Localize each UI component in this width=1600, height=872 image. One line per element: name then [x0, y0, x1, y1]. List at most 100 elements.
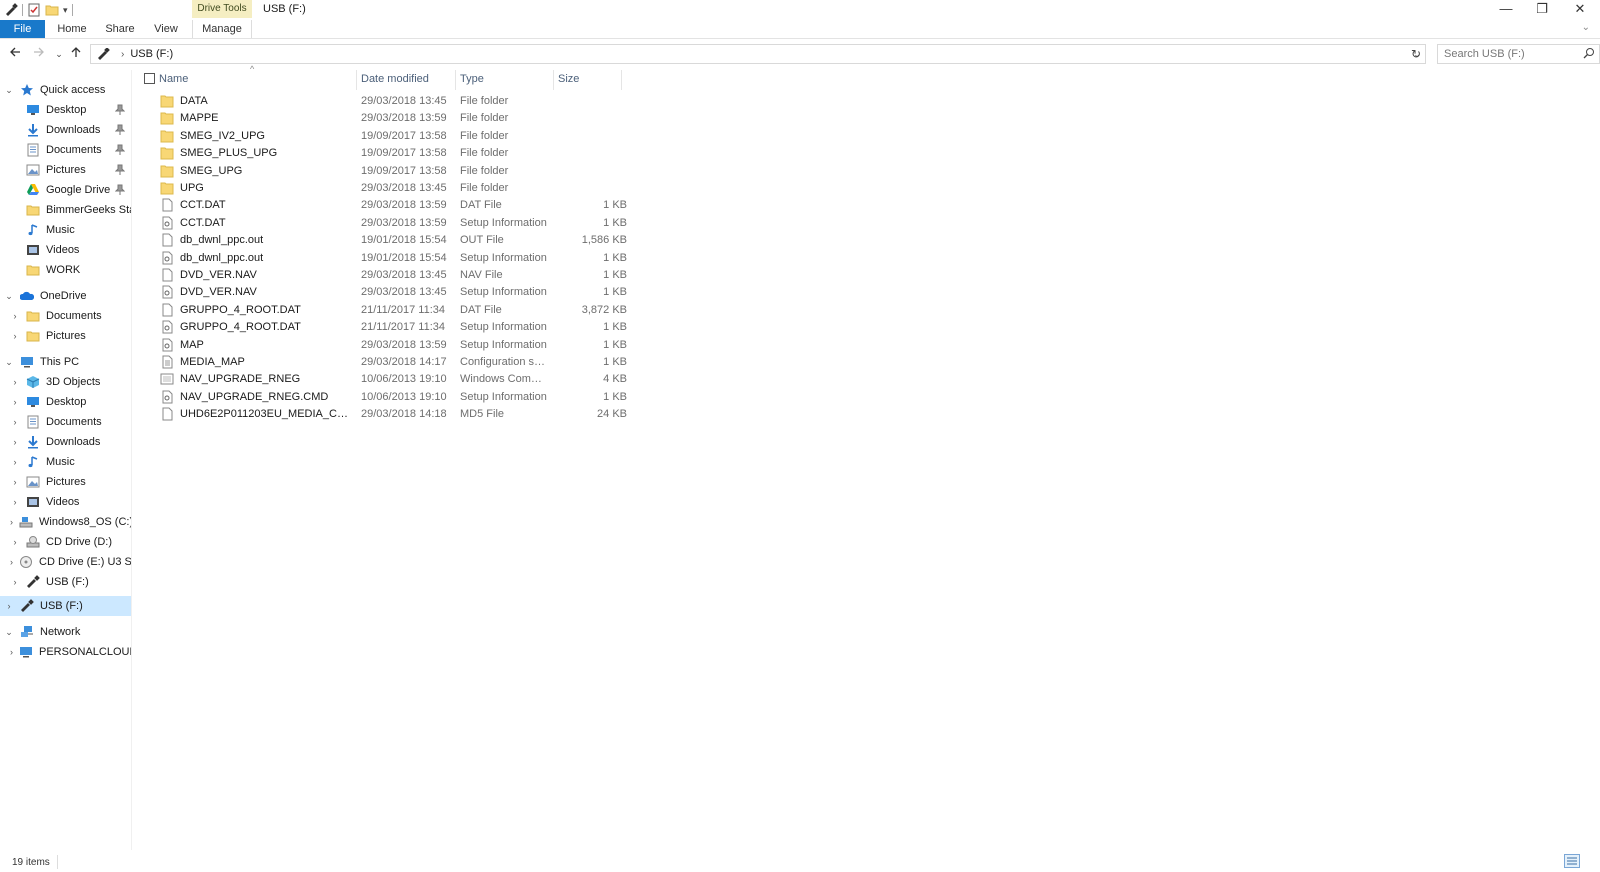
column-header-type[interactable]: Type — [456, 70, 554, 90]
tab-view[interactable]: View — [148, 20, 184, 38]
pin-icon[interactable] — [115, 164, 125, 176]
chevron-right-icon[interactable]: › — [10, 497, 20, 507]
chevron-down-icon[interactable]: ⌄ — [4, 357, 14, 367]
address-bar[interactable]: › USB (F:) ⌄ — [90, 44, 1426, 64]
chevron-right-icon[interactable]: › — [10, 557, 13, 567]
sidebar-item-downloads[interactable]: Downloads — [0, 120, 131, 140]
tab-file[interactable]: File — [0, 20, 45, 38]
file-row[interactable]: MAPPE 29/03/2018 13:59 File folder — [140, 110, 635, 127]
minimize-button[interactable]: — — [1488, 0, 1524, 18]
tab-share[interactable]: Share — [100, 20, 140, 38]
sidebar-item-pc-downloads[interactable]: › Downloads — [0, 432, 131, 452]
sidebar-item-videos[interactable]: Videos — [0, 240, 131, 260]
up-button[interactable] — [67, 45, 85, 63]
column-header-name[interactable]: Name — [155, 70, 357, 90]
file-row[interactable]: db_dwnl_ppc.out 19/01/2018 15:54 Setup I… — [140, 250, 635, 267]
forward-button[interactable] — [30, 45, 48, 63]
search-input[interactable]: Search USB (F:) — [1437, 44, 1600, 64]
chevron-right-icon[interactable]: › — [10, 397, 20, 407]
file-row[interactable]: db_dwnl_ppc.out 19/01/2018 15:54 OUT Fil… — [140, 232, 635, 249]
sidebar-item-onedrive-pictures[interactable]: › Pictures — [0, 326, 131, 346]
recent-locations-button[interactable]: ⌄ — [50, 45, 68, 63]
usb-drive-icon[interactable] — [4, 3, 18, 17]
sidebar-item-google-drive[interactable]: Google Drive — [0, 180, 131, 200]
file-row[interactable]: DATA 29/03/2018 13:45 File folder — [140, 93, 635, 110]
search-icon[interactable] — [1583, 47, 1595, 59]
sidebar-item-pc-pictures[interactable]: › Pictures — [0, 472, 131, 492]
sidebar-item-usb-selected[interactable]: › USB (F:) — [0, 596, 131, 616]
pin-icon[interactable] — [115, 184, 125, 196]
breadcrumb-separator-icon[interactable]: › — [121, 49, 124, 60]
new-folder-icon[interactable] — [45, 3, 59, 17]
column-header-size[interactable]: Size — [554, 70, 622, 90]
file-row[interactable]: MEDIA_MAP 29/03/2018 14:17 Configuration… — [140, 354, 635, 371]
file-row[interactable]: CCT.DAT 29/03/2018 13:59 DAT File 1 KB — [140, 197, 635, 214]
chevron-down-icon[interactable]: ⌄ — [4, 627, 14, 637]
sidebar-item-drive-f[interactable]: › USB (F:) — [0, 572, 131, 592]
sidebar-item-drive-e[interactable]: › CD Drive (E:) U3 System — [0, 552, 131, 572]
sidebar-item-onedrive-documents[interactable]: › Documents — [0, 306, 131, 326]
tab-home[interactable]: Home — [52, 20, 92, 38]
chevron-right-icon[interactable]: › — [10, 377, 20, 387]
chevron-right-icon[interactable]: › — [10, 517, 13, 527]
tab-manage[interactable]: Manage — [192, 20, 252, 38]
chevron-right-icon[interactable]: › — [10, 477, 20, 487]
sidebar-item-bimmergeeks[interactable]: BimmerGeeks Standalone — [0, 200, 131, 220]
chevron-right-icon[interactable]: › — [10, 577, 20, 587]
sidebar-item-onedrive[interactable]: ⌄ OneDrive — [0, 286, 131, 306]
chevron-right-icon[interactable]: › — [10, 647, 13, 657]
sidebar-item-pc-desktop[interactable]: › Desktop — [0, 392, 131, 412]
file-row[interactable]: UHD6E2P011203EU_MEDIA_CONTENT... 29/03/2… — [140, 406, 635, 423]
chevron-down-icon[interactable]: ⌄ — [4, 85, 14, 95]
sidebar-item-network[interactable]: ⌄ Network — [0, 622, 131, 642]
chevron-right-icon[interactable]: › — [10, 457, 20, 467]
chevron-right-icon[interactable]: › — [10, 331, 20, 341]
chevron-right-icon[interactable]: › — [10, 311, 20, 321]
file-row[interactable]: GRUPPO_4_ROOT.DAT 21/11/2017 11:34 Setup… — [140, 319, 635, 336]
sidebar-item-music[interactable]: Music — [0, 220, 131, 240]
file-row[interactable]: SMEG_IV2_UPG 19/09/2017 13:58 File folde… — [140, 128, 635, 145]
sidebar-item-quick-access[interactable]: ⌄ Quick access — [0, 80, 131, 100]
sidebar-item-desktop[interactable]: Desktop — [0, 100, 131, 120]
back-button[interactable] — [6, 45, 24, 63]
restore-button[interactable]: ❐ — [1524, 0, 1560, 18]
close-button[interactable]: ✕ — [1560, 0, 1600, 18]
file-row[interactable]: DVD_VER.NAV 29/03/2018 13:45 NAV File 1 … — [140, 267, 635, 284]
sidebar-item-drive-d[interactable]: › CD Drive (D:) — [0, 532, 131, 552]
chevron-right-icon[interactable]: › — [10, 537, 20, 547]
file-row[interactable]: SMEG_PLUS_UPG 19/09/2017 13:58 File fold… — [140, 145, 635, 162]
file-row[interactable]: MAP 29/03/2018 13:59 Setup Information 1… — [140, 337, 635, 354]
sidebar-item-personalcloud[interactable]: › PERSONALCLOUD — [0, 642, 131, 662]
chevron-right-icon[interactable]: › — [4, 601, 14, 611]
refresh-button[interactable]: ↻ — [1407, 44, 1425, 64]
sidebar-item-drive-c[interactable]: › Windows8_OS (C:) — [0, 512, 131, 532]
sidebar-item-work[interactable]: WORK — [0, 260, 131, 280]
file-row[interactable]: DVD_VER.NAV 29/03/2018 13:45 Setup Infor… — [140, 284, 635, 301]
sidebar-item-pc-documents[interactable]: › Documents — [0, 412, 131, 432]
file-row[interactable]: GRUPPO_4_ROOT.DAT 21/11/2017 11:34 DAT F… — [140, 302, 635, 319]
ribbon-expand-icon[interactable]: ⌄ — [1582, 22, 1590, 33]
pin-icon[interactable] — [115, 144, 125, 156]
column-header-date[interactable]: Date modified — [357, 70, 456, 90]
sidebar-item-3d-objects[interactable]: › 3D Objects — [0, 372, 131, 392]
select-all-checkbox[interactable] — [144, 73, 155, 84]
details-view-button[interactable] — [1564, 854, 1580, 868]
file-row[interactable]: NAV_UPGRADE_RNEG 10/06/2013 19:10 Window… — [140, 371, 635, 388]
sidebar-item-documents[interactable]: Documents — [0, 140, 131, 160]
sidebar-item-pc-videos[interactable]: › Videos — [0, 492, 131, 512]
chevron-down-icon[interactable]: ⌄ — [4, 291, 14, 301]
chevron-right-icon[interactable]: › — [10, 417, 20, 427]
sidebar-item-pictures[interactable]: Pictures — [0, 160, 131, 180]
file-row[interactable]: CCT.DAT 29/03/2018 13:59 Setup Informati… — [140, 215, 635, 232]
file-row[interactable]: SMEG_UPG 19/09/2017 13:58 File folder — [140, 163, 635, 180]
sidebar-item-pc-music[interactable]: › Music — [0, 452, 131, 472]
file-row[interactable]: NAV_UPGRADE_RNEG.CMD 10/06/2013 19:10 Se… — [140, 389, 635, 406]
breadcrumb-usb[interactable]: USB (F:) — [130, 48, 173, 60]
pin-icon[interactable] — [115, 104, 125, 116]
customize-qat-icon[interactable]: ▾ — [63, 5, 68, 16]
chevron-right-icon[interactable]: › — [10, 437, 20, 447]
pin-icon[interactable] — [115, 124, 125, 136]
sidebar-item-this-pc[interactable]: ⌄ This PC — [0, 352, 131, 372]
file-row[interactable]: UPG 29/03/2018 13:45 File folder — [140, 180, 635, 197]
properties-icon[interactable] — [27, 3, 41, 17]
